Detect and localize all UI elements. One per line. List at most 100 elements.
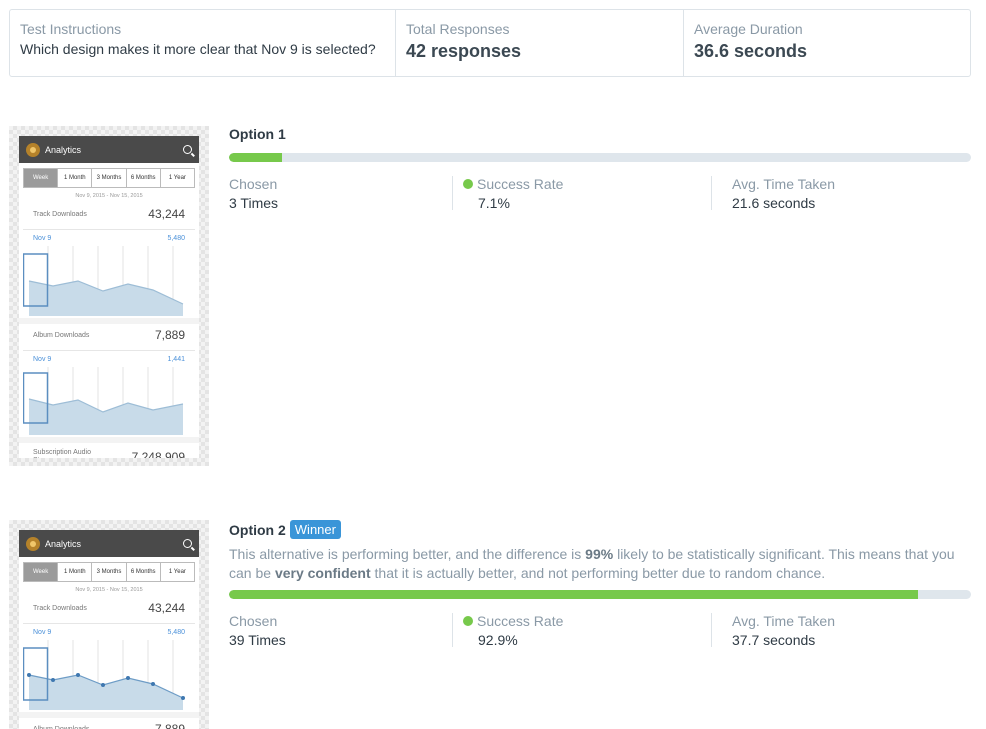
track-area-chart-with-points xyxy=(23,640,185,710)
duration-cell: Average Duration 36.6 seconds xyxy=(684,10,970,76)
phone-title: Analytics xyxy=(45,144,82,155)
option-2-title: Option 2 Winner xyxy=(229,520,971,539)
success-value: 92.9% xyxy=(478,632,518,648)
avg-time-label: Avg. Time Taken xyxy=(732,176,835,192)
chosen-label: Chosen xyxy=(229,613,278,629)
day-label: Nov 9 xyxy=(33,356,52,363)
avg-time-stat: Avg. Time Taken 21.6 seconds xyxy=(712,176,835,211)
metric-album-downloads: Album Downloads 7,889 xyxy=(23,324,195,351)
option-title-text: Option 1 xyxy=(229,126,286,142)
search-icon xyxy=(183,145,192,154)
track-area-chart xyxy=(23,246,184,316)
tab-1-month: 1 Month xyxy=(58,563,93,581)
day-row: Nov 9 1,441 xyxy=(23,351,195,363)
chosen-value: 3 Times xyxy=(229,195,279,211)
tab-6-months: 6 Months xyxy=(127,563,161,581)
progress-fill xyxy=(229,153,282,162)
day-value: 5,480 xyxy=(167,235,185,242)
metric-album-downloads: Album Downloads 7,889 xyxy=(23,718,195,729)
duration-value: 36.6 seconds xyxy=(694,41,808,61)
success-label: Success Rate xyxy=(477,176,564,192)
chosen-label: Chosen xyxy=(229,176,278,192)
option-2-content: Option 2 Winner This alternative is perf… xyxy=(229,520,971,648)
instructions-label: Test Instructions xyxy=(20,21,122,37)
avg-time-label: Avg. Time Taken xyxy=(732,613,835,629)
phone-header: Analytics xyxy=(19,530,199,557)
desc-confidence: 99% xyxy=(585,546,614,562)
day-row: Nov 9 5,480 xyxy=(23,230,195,242)
metric-track-downloads: Track Downloads 43,244 xyxy=(23,203,195,230)
phone-mockup: Analytics Week 1 Month 3 Months 6 Months… xyxy=(19,530,199,729)
metric-name: Track Downloads xyxy=(33,604,87,612)
success-value: 7.1% xyxy=(478,195,510,211)
avg-time-value: 21.6 seconds xyxy=(732,195,816,211)
success-rate-stat: Success Rate 92.9% xyxy=(453,613,712,648)
tab-3-months: 3 Months xyxy=(92,563,127,581)
option-2-progress-bar xyxy=(229,590,971,599)
winner-description: This alternative is performing better, a… xyxy=(229,545,971,583)
desc-part: This alternative is performing better, a… xyxy=(229,546,586,562)
success-rate-stat: Success Rate 7.1% xyxy=(453,176,712,211)
tab-week: Week xyxy=(24,169,59,187)
metric-subscription-streams: Subscription Audio Streams 7,248,909 xyxy=(23,443,195,458)
metric-name: Track Downloads xyxy=(33,210,87,218)
success-dot-icon xyxy=(463,616,473,626)
date-range: Nov 9, 2015 - Nov 15, 2015 xyxy=(75,193,143,199)
day-value: 5,480 xyxy=(167,629,185,636)
avg-time-value: 37.7 seconds xyxy=(732,632,816,648)
tab-1-year: 1 Year xyxy=(168,569,186,575)
tab-1-month: 1 Month xyxy=(58,169,93,187)
chosen-value: 39 Times xyxy=(229,632,286,648)
phone-title: Analytics xyxy=(45,538,82,549)
instructions-cell: Test Instructions Which design makes it … xyxy=(10,10,396,76)
success-dot-icon xyxy=(463,179,473,189)
option-1-content: Option 1 Chosen 3 Times Success Rate 7.1… xyxy=(229,126,971,211)
desc-emphasis: very confident xyxy=(274,565,371,581)
period-tabs: Week 1 Month 3 Months 6 Months 1 Year xyxy=(23,562,195,582)
day-row: Nov 9 5,480 xyxy=(23,624,195,636)
search-icon xyxy=(183,539,192,548)
metric-name: Album Downloads xyxy=(33,725,90,729)
test-summary-card: Test Instructions Which design makes it … xyxy=(9,9,971,77)
metric-value: 7,889 xyxy=(154,328,185,342)
phone-header: Analytics xyxy=(19,136,199,163)
analytics-logo-icon xyxy=(26,536,40,551)
responses-label: Total Responses xyxy=(406,21,510,37)
success-label: Success Rate xyxy=(477,613,564,629)
chosen-stat: Chosen 3 Times xyxy=(229,176,453,211)
phone-mockup: Analytics Week 1 Month 3 Months 6 Months… xyxy=(19,136,199,458)
option-title-text: Option 2 xyxy=(229,521,286,538)
responses-value: 42 responses xyxy=(406,41,522,61)
responses-cell: Total Responses 42 responses xyxy=(396,10,684,76)
option-1-title: Option 1 xyxy=(229,126,971,142)
instructions-text: Which design makes it more clear that No… xyxy=(20,41,376,57)
winner-badge: Winner xyxy=(289,520,341,539)
tab-3-months: 3 Months xyxy=(92,169,127,187)
option-1-stats: Chosen 3 Times Success Rate 7.1% Avg. Ti… xyxy=(229,176,971,211)
tab-6-months: 6 Months xyxy=(127,169,161,187)
metric-name: Subscription Audio Streams xyxy=(33,449,91,458)
metric-track-downloads: Track Downloads 43,244 xyxy=(23,597,195,624)
tab-week: Week xyxy=(24,563,59,581)
metric-value: 7,889 xyxy=(154,722,185,729)
chosen-stat: Chosen 39 Times xyxy=(229,613,453,648)
metric-value: 43,244 xyxy=(148,207,185,221)
day-value: 1,441 xyxy=(167,356,185,363)
desc-part: that it is actually better, and not perf… xyxy=(370,565,826,581)
option-1-progress-bar xyxy=(229,153,971,162)
option-2-thumbnail[interactable]: Analytics Week 1 Month 3 Months 6 Months… xyxy=(9,520,209,729)
day-label: Nov 9 xyxy=(33,629,52,636)
metric-value: 43,244 xyxy=(148,601,185,615)
duration-label: Average Duration xyxy=(694,21,803,37)
metric-value: 7,248,909 xyxy=(131,450,185,458)
progress-fill xyxy=(229,590,919,599)
option-2-stats: Chosen 39 Times Success Rate 92.9% Avg. … xyxy=(229,613,971,648)
analytics-logo-icon xyxy=(26,142,40,157)
day-label: Nov 9 xyxy=(33,235,52,242)
period-tabs: Week 1 Month 3 Months 6 Months 1 Year xyxy=(23,168,195,188)
date-range: Nov 9, 2015 - Nov 15, 2015 xyxy=(75,587,143,593)
option-1-thumbnail[interactable]: Analytics Week 1 Month 3 Months 6 Months… xyxy=(9,126,209,466)
tab-1-year: 1 Year xyxy=(168,175,186,181)
avg-time-stat: Avg. Time Taken 37.7 seconds xyxy=(712,613,835,648)
metric-name: Album Downloads xyxy=(33,331,90,339)
